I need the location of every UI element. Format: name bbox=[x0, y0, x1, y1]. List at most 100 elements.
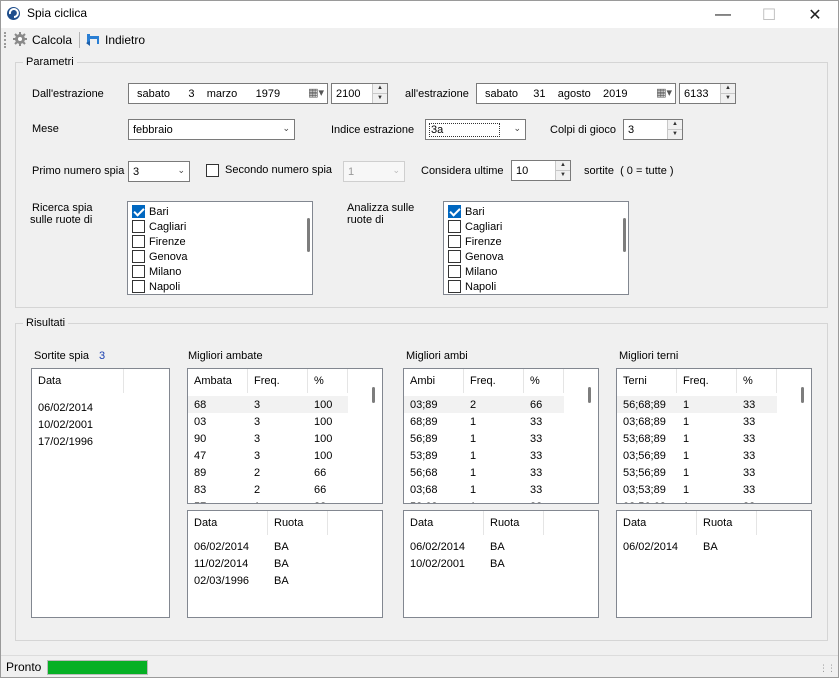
table-row[interactable]: 56;68;89 1 33 bbox=[617, 396, 777, 413]
analizza-item[interactable]: Firenze bbox=[444, 234, 628, 249]
analizza-ruote-checklist[interactable]: Bari Cagliari Firenze Genova Milano Napoli bbox=[443, 201, 629, 295]
ricerca-checkbox[interactable] bbox=[132, 250, 145, 263]
table-row[interactable]: 90 3 100 bbox=[188, 430, 348, 447]
analizza-item[interactable]: Napoli bbox=[444, 279, 628, 294]
table-row[interactable]: 06/02/2014 BA bbox=[404, 538, 544, 555]
table-row[interactable]: 03;56;89 1 33 bbox=[617, 447, 777, 464]
all-estrazione-spinner[interactable]: ▲ ▼ bbox=[720, 84, 735, 103]
dall-estrazione-spinner[interactable]: ▲ ▼ bbox=[372, 84, 387, 103]
indice-estrazione-combobox[interactable]: 3a ⌄ bbox=[425, 119, 526, 140]
table-row[interactable]: 17/02/1996 bbox=[32, 433, 93, 450]
ricerca-item[interactable]: Milano bbox=[128, 264, 312, 279]
column-header[interactable]: % bbox=[737, 369, 777, 393]
ricerca-ruote-checklist[interactable]: Bari Cagliari Firenze Genova Milano Napoli bbox=[127, 201, 313, 295]
table-row[interactable]: 53;68;89 1 33 bbox=[617, 430, 777, 447]
maximize-button[interactable]: ☐ bbox=[746, 1, 792, 28]
column-header[interactable]: Ruota bbox=[268, 511, 328, 535]
table-row[interactable]: 68 3 100 bbox=[188, 396, 348, 413]
table-row[interactable]: 57133 bbox=[188, 498, 348, 504]
mese-combobox[interactable]: febbraio ⌄ bbox=[128, 119, 295, 140]
minimize-button[interactable]: — bbox=[700, 1, 746, 28]
calendar-dropdown-icon[interactable]: ▦▾ bbox=[656, 86, 672, 99]
ricerca-checkbox[interactable] bbox=[132, 235, 145, 248]
column-header[interactable]: Data bbox=[188, 511, 268, 535]
column-header[interactable]: Freq. bbox=[677, 369, 737, 393]
column-header[interactable]: Ambi bbox=[404, 369, 464, 393]
column-header[interactable]: % bbox=[308, 369, 348, 393]
dall-estrazione-number-input[interactable]: 2100 ▲ ▼ bbox=[331, 83, 388, 104]
colpi-input[interactable]: 3 ▲ ▼ bbox=[623, 119, 683, 140]
sortite-spia-list[interactable]: Data 06/02/2014 10/02/2001 17/02/1996 bbox=[31, 368, 170, 618]
ambi-detail-list[interactable]: Data Ruota 06/02/2014 BA 10/02/2001 BA bbox=[403, 510, 599, 618]
ricerca-item[interactable]: Genova bbox=[128, 249, 312, 264]
considera-ultime-spinner[interactable]: ▲ ▼ bbox=[555, 161, 570, 180]
column-header[interactable]: % bbox=[524, 369, 564, 393]
migliori-ambate-list[interactable]: Ambata Freq.% 68 3 100 03 3 100 90 3 100 47 3 100 89 2 6… bbox=[187, 368, 383, 504]
analizza-checkbox[interactable] bbox=[448, 205, 461, 218]
all-estrazione-number-input[interactable]: 6133 ▲ ▼ bbox=[679, 83, 736, 104]
table-row[interactable]: 03;68;89 1 33 bbox=[617, 413, 777, 430]
ambate-detail-list[interactable]: Data Ruota 06/02/2014 BA 11/02/2014 BA 02/03/1… bbox=[187, 510, 383, 618]
analizza-ruote-scrollbar[interactable] bbox=[623, 218, 626, 252]
table-row[interactable]: 03 3 100 bbox=[188, 413, 348, 430]
primo-numero-spia-combobox[interactable]: 3 ⌄ bbox=[128, 161, 190, 182]
ambi-scrollbar[interactable] bbox=[581, 369, 598, 503]
colpi-spinner[interactable]: ▲ ▼ bbox=[667, 120, 682, 139]
analizza-item[interactable]: Cagliari bbox=[444, 219, 628, 234]
secondo-numero-spia-checkbox[interactable] bbox=[206, 163, 219, 178]
table-row[interactable]: 06/02/2014 bbox=[32, 399, 93, 416]
analizza-checkbox[interactable] bbox=[448, 280, 461, 293]
column-header[interactable]: Ruota bbox=[484, 511, 544, 535]
ricerca-checkbox[interactable] bbox=[132, 280, 145, 293]
ricerca-item[interactable]: Firenze bbox=[128, 234, 312, 249]
ambate-scrollbar[interactable] bbox=[365, 369, 382, 503]
migliori-terni-list[interactable]: Terni Freq.% 56;68;89 1 33 03;68;89 1 33 53;68;8… bbox=[616, 368, 812, 504]
analizza-checkbox[interactable] bbox=[448, 250, 461, 263]
table-row[interactable]: 83 2 66 bbox=[188, 481, 348, 498]
ricerca-item[interactable]: Cagliari bbox=[128, 219, 312, 234]
table-row[interactable]: 53;89 1 33 bbox=[404, 447, 564, 464]
table-row[interactable]: 11/02/2014 BA bbox=[188, 555, 328, 572]
table-row[interactable]: 06/02/2014 BA bbox=[617, 538, 757, 555]
table-row[interactable]: 68;89 1 33 bbox=[404, 413, 564, 430]
analizza-checkbox[interactable] bbox=[448, 235, 461, 248]
considera-ultime-input[interactable]: 10 ▲ ▼ bbox=[511, 160, 571, 181]
analizza-checkbox[interactable] bbox=[448, 265, 461, 278]
column-header[interactable]: Data bbox=[404, 511, 484, 535]
calendar-dropdown-icon[interactable]: ▦▾ bbox=[308, 86, 324, 99]
table-row[interactable]: 03;53;89 1 33 bbox=[617, 481, 777, 498]
terni-detail-list[interactable]: Data Ruota 06/02/2014 BA bbox=[616, 510, 812, 618]
scrollbar-thumb[interactable] bbox=[372, 387, 375, 403]
indietro-button[interactable]: Indietro bbox=[85, 30, 145, 50]
table-row[interactable]: 06/02/2014 BA bbox=[188, 538, 328, 555]
analizza-item[interactable]: Milano bbox=[444, 264, 628, 279]
scrollbar-thumb[interactable] bbox=[801, 387, 804, 403]
analizza-checkbox[interactable] bbox=[448, 220, 461, 233]
column-header-data[interactable]: Data bbox=[32, 369, 124, 393]
close-button[interactable]: ✕ bbox=[792, 1, 838, 28]
ricerca-checkbox[interactable] bbox=[132, 220, 145, 233]
all-estrazione-date-picker[interactable]: sabato 31 agosto 2019 ▦▾ bbox=[476, 83, 676, 104]
table-row[interactable]: 47 3 100 bbox=[188, 447, 348, 464]
scrollbar-thumb[interactable] bbox=[588, 387, 591, 403]
column-header[interactable]: Terni bbox=[617, 369, 677, 393]
ricerca-item[interactable]: Napoli bbox=[128, 279, 312, 294]
analizza-item[interactable]: Bari bbox=[444, 204, 628, 219]
table-row[interactable]: 03;56;68133 bbox=[617, 498, 777, 504]
ricerca-item[interactable]: Bari bbox=[128, 204, 312, 219]
table-row[interactable]: 03;89 2 66 bbox=[404, 396, 564, 413]
table-row[interactable]: 56;89 1 33 bbox=[404, 430, 564, 447]
table-row[interactable]: 53;56;89 1 33 bbox=[617, 464, 777, 481]
ricerca-ruote-scrollbar[interactable] bbox=[307, 218, 310, 252]
terni-scrollbar[interactable] bbox=[794, 369, 811, 503]
column-header[interactable]: Data bbox=[617, 511, 697, 535]
resize-grip-icon[interactable]: ⋮⋮ bbox=[819, 663, 836, 674]
column-header[interactable]: Ambata bbox=[188, 369, 248, 393]
ricerca-checkbox[interactable] bbox=[132, 205, 145, 218]
migliori-ambi-list[interactable]: Ambi Freq.% 03;89 2 66 68;89 1 33 56;89 1 33 53;89 1… bbox=[403, 368, 599, 504]
secondo-numero-spia-combobox[interactable]: 1 ⌄ bbox=[343, 161, 405, 182]
column-header[interactable]: Freq. bbox=[464, 369, 524, 393]
table-row[interactable]: 02/03/1996 BA bbox=[188, 572, 328, 589]
dall-estrazione-date-picker[interactable]: sabato 3 marzo 1979 ▦▾ bbox=[128, 83, 328, 104]
table-row[interactable]: 56;68 1 33 bbox=[404, 464, 564, 481]
